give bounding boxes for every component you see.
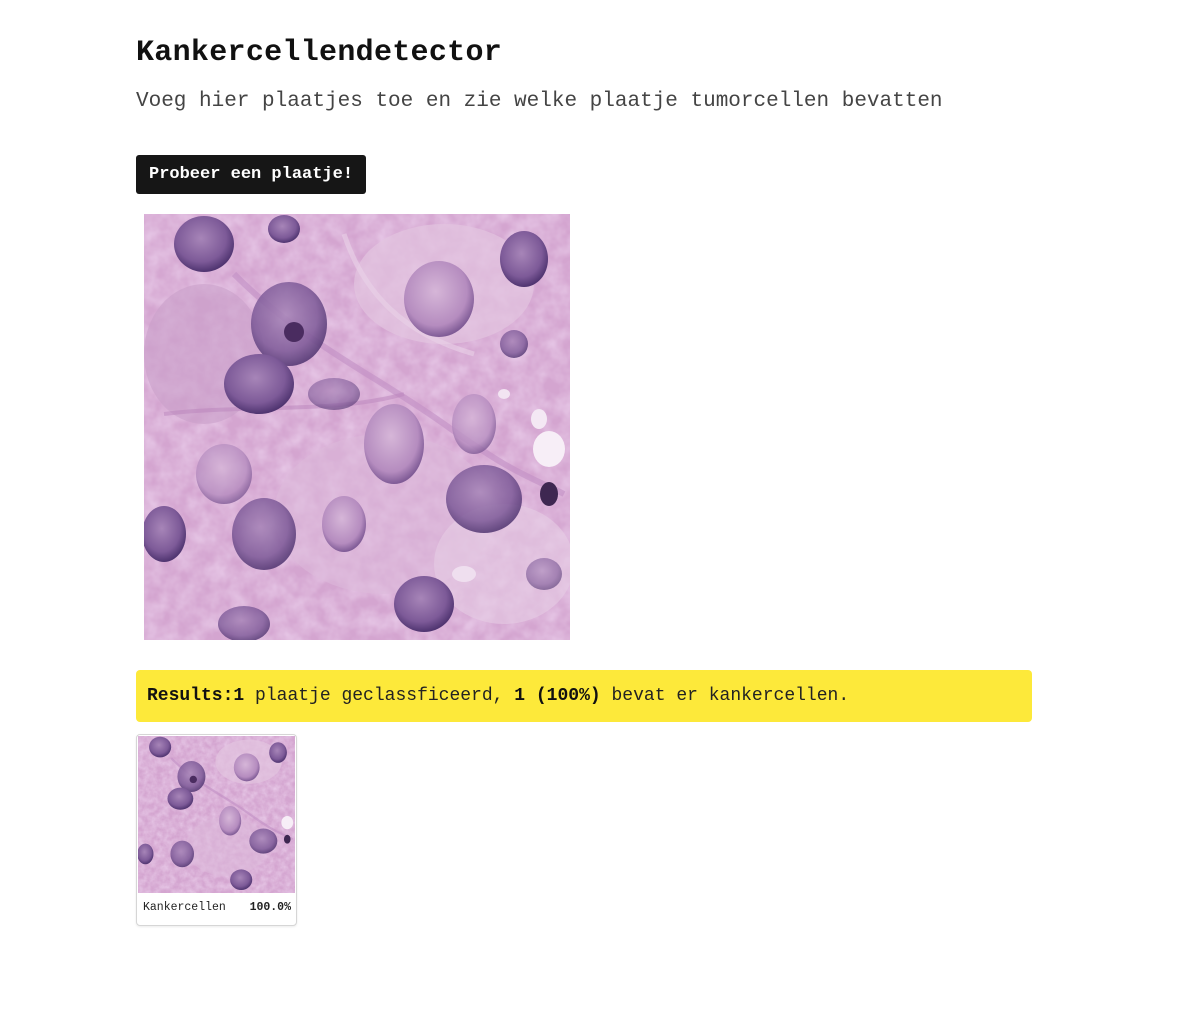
try-image-button[interactable]: Probeer een plaatje! (136, 155, 367, 194)
results-banner: Results:1 plaatje geclassficeerd, 1 (100… (136, 670, 1032, 722)
thumbnail-score: 100.0% (249, 901, 291, 914)
results-positive-text: bevat er kankercellen. (600, 686, 850, 706)
thumbnail-class-label: Kankercellen (143, 901, 226, 914)
page-subtitle: Voeg hier plaatjes toe en zie welke plaa… (136, 90, 943, 113)
preview-image (144, 214, 570, 640)
tissue-image (144, 214, 570, 640)
page-title: Kankercellendetector (136, 36, 503, 70)
result-thumbnail-card[interactable]: Kankercellen 100.0% (136, 734, 297, 926)
results-label: Results: (147, 686, 234, 706)
result-thumbnail-image (138, 736, 295, 893)
result-thumbnail-caption: Kankercellen 100.0% (143, 901, 291, 915)
results-count: 1 (233, 686, 245, 706)
tissue-thumbnail (138, 736, 295, 893)
results-positive: 1 (100%) (514, 686, 601, 706)
results-classified-text: plaatje geclassficeerd, (244, 686, 515, 706)
